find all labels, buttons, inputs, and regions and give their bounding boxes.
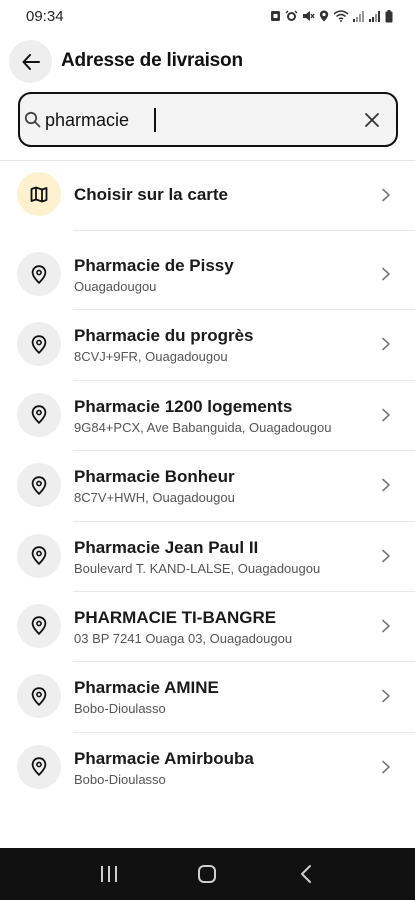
divider — [73, 520, 415, 522]
close-icon — [365, 113, 379, 127]
home-icon — [198, 865, 217, 883]
status-icons — [270, 9, 393, 23]
map-icon — [30, 186, 48, 202]
arrow-left-icon — [22, 53, 40, 70]
location-pin-badge — [17, 603, 61, 648]
result-address: Bobo-Dioulasso — [74, 701, 166, 717]
search-icon — [24, 111, 41, 128]
location-pin-badge — [17, 322, 61, 367]
header: Adresse de livraison — [0, 40, 415, 83]
text-cursor — [154, 108, 156, 132]
location-pin-badge — [17, 463, 61, 508]
location-icon — [319, 10, 329, 22]
status-time: 09:34 — [26, 7, 64, 25]
location-pin-icon — [31, 264, 47, 284]
divider — [73, 731, 415, 733]
mute-icon — [303, 11, 315, 21]
divider — [73, 230, 415, 231]
wifi-icon — [333, 10, 349, 22]
recent-apps-icon — [101, 866, 118, 882]
result-item[interactable]: Pharmacie 1200 logements 9G84+PCX, Ave Ba… — [0, 379, 415, 450]
result-title: Pharmacie de Pissy — [74, 256, 234, 275]
result-address: Boulevard T. KAND-LALSE, Ouagadougou — [74, 560, 321, 576]
result-item[interactable]: Pharmacie Amirbouba Bobo-Dioulasso — [0, 731, 415, 802]
sim-icon — [271, 11, 280, 21]
location-pin-icon — [31, 687, 47, 706]
search-input[interactable] — [45, 102, 355, 138]
chevron-right-icon — [382, 338, 390, 351]
result-title: Pharmacie 1200 logements — [74, 396, 293, 416]
divider — [73, 590, 415, 592]
location-pin-icon — [31, 335, 47, 354]
back-icon — [300, 865, 311, 883]
chevron-right-icon — [382, 478, 390, 492]
location-pin-badge — [17, 674, 61, 719]
location-pin-icon — [31, 546, 47, 566]
chevron-right-icon — [382, 408, 390, 422]
result-title: Pharmacie Bonheur — [74, 467, 235, 487]
result-item[interactable]: Pharmacie du progrès 8CVJ+9FR, Ouagadougo… — [0, 309, 415, 379]
result-address: 8CVJ+9FR, Ouagadougou — [74, 349, 228, 365]
location-pin-icon — [31, 475, 47, 495]
result-address: 03 BP 7241 Ouaga 03, Ouagadougou — [74, 630, 293, 646]
chevron-right-icon — [382, 619, 390, 633]
result-title: PHARMACIE TI-BANGRE — [74, 607, 277, 627]
search-results-list: Pharmacie de Pissy Ouagadougou Pharmacie d… — [0, 239, 415, 802]
result-title: Pharmacie du progrès — [74, 326, 254, 346]
result-title: Pharmacie AMINE — [74, 678, 219, 698]
divider — [73, 450, 415, 452]
back-button[interactable] — [9, 40, 52, 83]
clear-search-button[interactable] — [362, 110, 382, 130]
location-pin-icon — [31, 757, 47, 777]
location-pin-icon — [31, 616, 47, 636]
divider — [73, 309, 415, 311]
result-item[interactable]: Pharmacie AMINE Bobo-Dioulasso — [0, 661, 415, 731]
divider — [73, 661, 415, 663]
choose-on-map-label: Choisir sur la carte — [74, 185, 229, 204]
status-bar: 09:34 — [0, 0, 415, 32]
location-pin-icon — [31, 405, 47, 425]
choose-on-map-option[interactable]: Choisir sur la carte — [0, 161, 415, 229]
page-title: Adresse de livraison — [61, 50, 243, 71]
alarm-icon — [285, 10, 298, 21]
result-title: Pharmacie Jean Paul II — [74, 537, 259, 557]
location-pin-badge — [17, 252, 61, 296]
signal-icon — [369, 11, 380, 22]
location-pin-badge — [17, 392, 61, 437]
divider — [73, 379, 415, 381]
navigation-bar — [0, 848, 415, 900]
signal-icon — [353, 11, 364, 22]
nav-back-button[interactable] — [286, 854, 326, 894]
result-address: Bobo-Dioulasso — [74, 771, 166, 787]
result-item[interactable]: Pharmacie Jean Paul II Boulevard T. KAND-… — [0, 520, 415, 591]
result-address: 9G84+PCX, Ave Babanguida, Ouagadougou — [74, 419, 332, 435]
chevron-right-icon — [382, 690, 390, 703]
chevron-right-icon — [382, 760, 390, 774]
location-pin-badge — [17, 533, 61, 578]
location-pin-badge — [17, 744, 61, 789]
result-address: 8C7V+HWH, Ouagadougou — [74, 490, 235, 506]
chevron-right-icon — [382, 549, 390, 562]
chevron-right-icon — [382, 188, 390, 202]
search-box[interactable] — [18, 92, 398, 147]
result-item[interactable]: Pharmacie Bonheur 8C7V+HWH, Ouagadougou — [0, 450, 415, 520]
result-item[interactable]: Pharmacie de Pissy Ouagadougou — [0, 239, 415, 309]
battery-icon — [385, 9, 393, 22]
result-item[interactable]: PHARMACIE TI-BANGRE 03 BP 7241 Ouaga 03, … — [0, 590, 415, 661]
chevron-right-icon — [382, 267, 390, 281]
recent-apps-button[interactable] — [89, 854, 129, 894]
result-title: Pharmacie Amirbouba — [74, 748, 254, 768]
home-button[interactable] — [187, 854, 227, 894]
map-icon-badge — [17, 172, 61, 216]
result-address: Ouagadougou — [74, 279, 157, 294]
